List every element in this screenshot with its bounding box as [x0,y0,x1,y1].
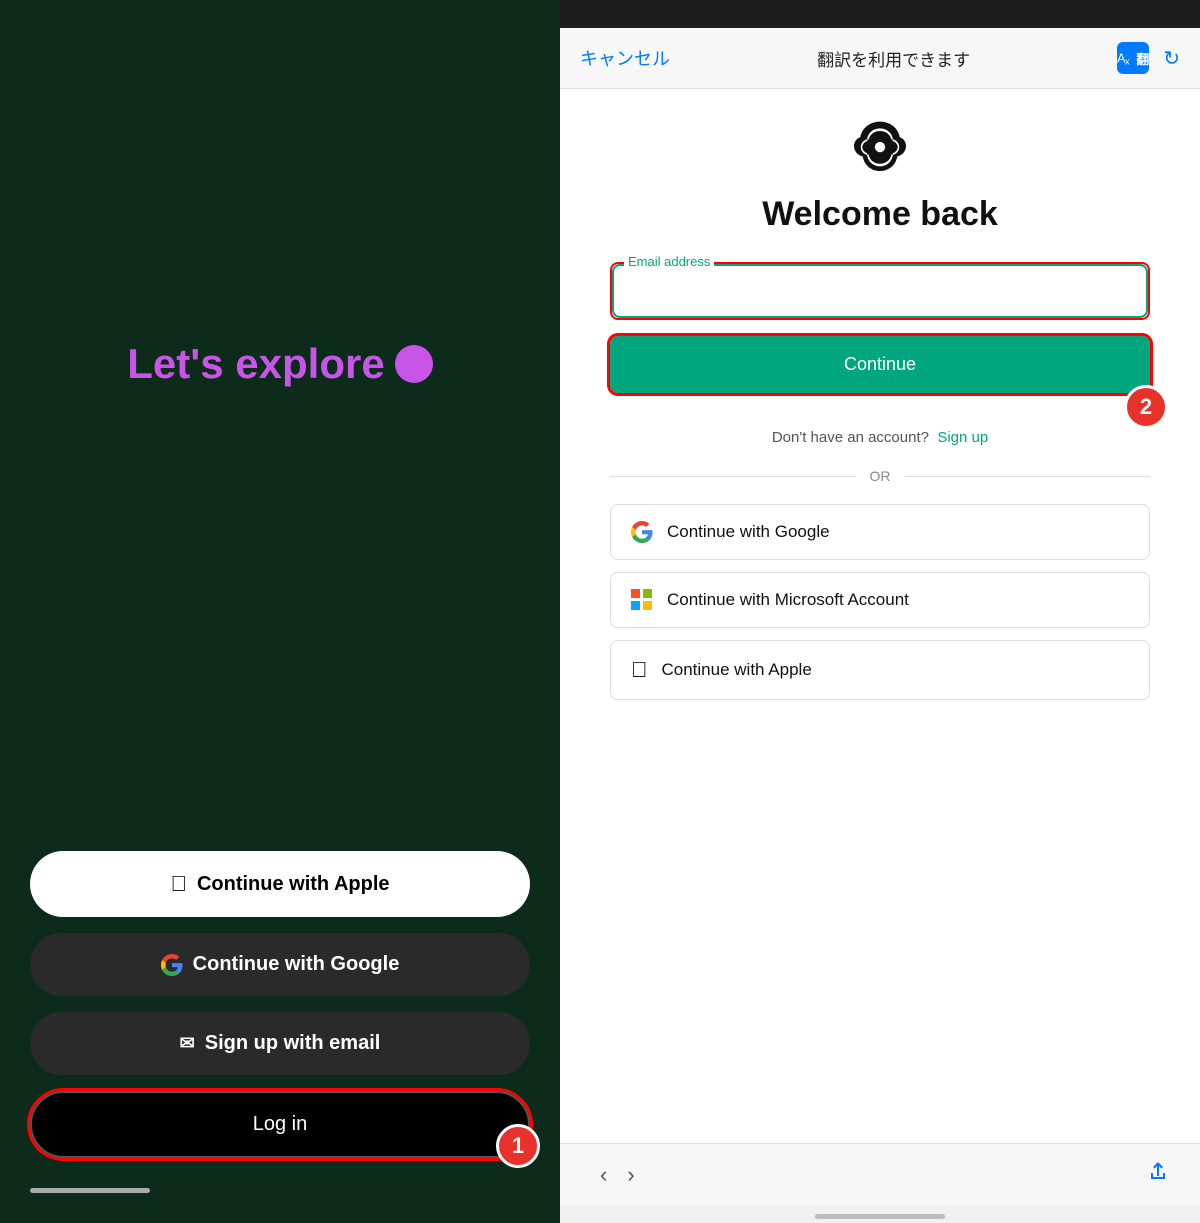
badge-2: 2 [1124,385,1168,429]
email-field-wrapper: Email address [610,262,1150,320]
browser-icons: A x 翻 ↻ [1117,42,1180,74]
tagline-text: Let's explore [127,340,384,388]
openai-logo [854,119,906,171]
google-button-left[interactable]: Continue with Google [30,933,530,996]
apple-icon-right:  [631,657,648,683]
apple-button-left-label: Continue with Apple [197,873,390,896]
home-indicator-right [815,1214,945,1219]
continue-button-label: Continue [844,354,916,374]
google-button-right-label: Continue with Google [667,522,830,542]
continue-button[interactable]: Continue [610,336,1150,393]
right-content: Welcome back Email address Continue 2 Do… [560,89,1200,1143]
microsoft-button-right-label: Continue with Microsoft Account [667,590,909,610]
right-panel: キャンセル 翻訳を利用できます A x 翻 ↻ Welcome back [560,0,1200,1223]
microsoft-icon-right [631,589,653,611]
welcome-title: Welcome back [762,195,998,234]
email-button-left-label: Sign up with email [205,1032,381,1055]
back-button[interactable]: ‹ [590,1158,617,1192]
apple-button-right[interactable]:  Continue with Apple [610,640,1150,700]
forward-button[interactable]: › [617,1158,644,1192]
badge-1: 1 [496,1124,540,1168]
microsoft-button-right[interactable]: Continue with Microsoft Account [610,572,1150,628]
apple-icon-left:  [170,871,187,897]
signup-link[interactable]: Sign up [937,429,988,446]
google-icon-right [631,521,653,543]
email-button-left[interactable]: ✉ Sign up with email [30,1012,530,1075]
email-icon-left: ✉ [180,1033,195,1054]
or-line-left [610,476,856,477]
signup-text: Don't have an account? Sign up [772,429,988,446]
tagline-dot [395,345,433,383]
google-icon-left [161,954,183,976]
or-text: OR [870,468,891,484]
share-button[interactable] [1146,1160,1170,1190]
login-button-left[interactable]: Log in [30,1091,530,1158]
google-button-right[interactable]: Continue with Google [610,504,1150,560]
google-button-left-label: Continue with Google [193,953,400,976]
refresh-icon[interactable]: ↻ [1163,46,1180,71]
email-input[interactable] [612,264,1148,318]
apple-button-left[interactable]:  Continue with Apple [30,851,530,917]
translate-label: 翻 [1136,49,1149,68]
apple-button-right-label: Continue with Apple [662,660,812,680]
or-line-right [905,476,1151,477]
translate-icon-button[interactable]: A x 翻 [1117,42,1149,74]
cancel-button[interactable]: キャンセル [580,45,670,71]
email-label: Email address [624,254,714,269]
home-indicator-left [30,1188,150,1193]
browser-bottom-bar: ‹ › [560,1143,1200,1206]
translate-icon: A x [1117,48,1136,68]
tagline: Let's explore [127,340,432,388]
left-panel: Let's explore  Continue with Apple Cont… [0,0,560,1223]
browser-title: 翻訳を利用できます [817,46,970,71]
or-divider: OR [610,468,1150,484]
status-bar [560,0,1200,28]
login-button-left-label: Log in [253,1113,308,1136]
browser-bar: キャンセル 翻訳を利用できます A x 翻 ↻ [560,28,1200,89]
svg-text:x: x [1125,56,1130,67]
